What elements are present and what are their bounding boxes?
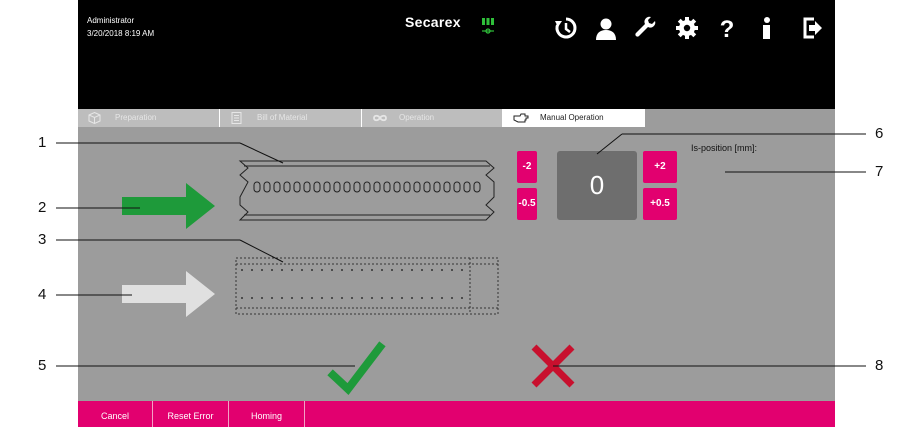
position-value: 0	[557, 151, 637, 220]
homing-button[interactable]: Homing	[229, 401, 305, 427]
hand-icon	[513, 113, 529, 123]
tab-label: Preparation	[115, 113, 157, 122]
jog-plus-2-button[interactable]: +2	[643, 151, 677, 183]
brand-logo-text: Secarex	[405, 14, 461, 30]
callout-8: 8	[875, 357, 884, 374]
is-position-label: Is-position [mm]:	[691, 143, 758, 153]
callout-1: 1	[38, 134, 47, 151]
tab-manual-operation[interactable]: Manual Operation	[503, 109, 645, 127]
machine-screen: Administrator 3/20/2018 8:19 AM Secarex	[78, 0, 835, 427]
jog-minus-0-5-button[interactable]: -0.5	[517, 188, 537, 220]
infinity-icon	[373, 114, 387, 122]
rail-lower	[235, 257, 499, 315]
rail-upper	[238, 160, 495, 221]
bottom-action-bar: Cancel Reset Error Homing	[78, 401, 835, 427]
tab-preparation[interactable]: Preparation	[78, 109, 220, 127]
tab-label: Manual Operation	[540, 113, 604, 122]
user-info: Administrator 3/20/2018 8:19 AM	[87, 14, 154, 40]
gear-icon[interactable]	[675, 16, 699, 40]
cancel-button[interactable]: Cancel	[78, 401, 153, 427]
cube-icon	[88, 112, 101, 124]
svg-text:?: ?	[720, 16, 735, 40]
user-icon[interactable]	[594, 16, 618, 40]
arrow-right-active-icon	[122, 183, 215, 229]
callout-4: 4	[38, 286, 47, 303]
user-name: Administrator	[87, 16, 135, 25]
rail-lower-holes	[241, 269, 463, 299]
callout-5: 5	[38, 357, 47, 374]
arrow-right-inactive-icon	[122, 271, 215, 317]
callout-3: 3	[38, 231, 47, 248]
tab-operation[interactable]: Operation	[362, 109, 503, 127]
reset-error-button[interactable]: Reset Error	[153, 401, 229, 427]
list-icon	[231, 112, 242, 124]
tab-label: Operation	[399, 113, 435, 122]
info-icon[interactable]	[755, 16, 779, 40]
logout-icon[interactable]	[800, 16, 824, 40]
machine-visual	[122, 160, 575, 395]
callout-7: 7	[875, 163, 884, 180]
callout-6: 6	[875, 125, 884, 142]
history-icon[interactable]	[554, 16, 578, 40]
tab-label: Bill of Material	[257, 113, 308, 122]
wrench-icon[interactable]	[634, 16, 658, 40]
tab-bill-of-material[interactable]: Bill of Material	[220, 109, 362, 127]
jog-minus-2-button[interactable]: -2	[517, 151, 537, 183]
connection-status-icon	[482, 18, 494, 34]
cancel-x-button[interactable]	[528, 340, 578, 390]
callout-2: 2	[38, 199, 47, 216]
date-time: 3/20/2018 8:19 AM	[87, 29, 155, 38]
header-bar: Administrator 3/20/2018 8:19 AM Secarex	[78, 0, 835, 109]
help-icon[interactable]: ?	[715, 16, 739, 40]
tab-bar: Preparation Bill of Material Operation M…	[78, 109, 835, 127]
confirm-button[interactable]	[328, 340, 386, 392]
jog-plus-0-5-button[interactable]: +0.5	[643, 188, 677, 220]
